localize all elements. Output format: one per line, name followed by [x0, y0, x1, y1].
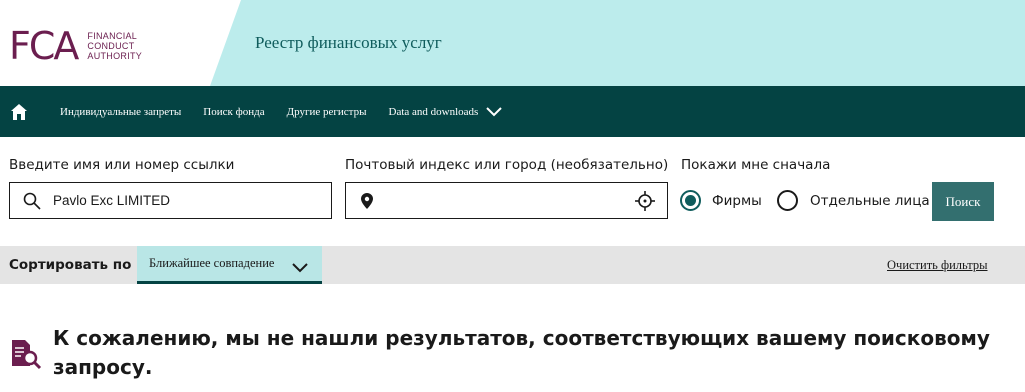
radio-firms-label[interactable]: Фирмы — [712, 193, 762, 209]
nav-item-data-downloads[interactable]: Data and downloads — [389, 106, 503, 118]
search-icon — [23, 192, 41, 210]
name-search-input[interactable]: Pavlo Exc LIMITED — [9, 182, 332, 219]
location-input[interactable] — [345, 182, 668, 219]
nav-item-other-registers[interactable]: Другие регистры — [287, 106, 367, 118]
name-search-value: Pavlo Exc LIMITED — [53, 193, 171, 208]
no-results-message: К сожалению, мы не нашли результатов, со… — [53, 326, 990, 379]
sort-select-value: Ближайшее совпадение — [149, 256, 275, 270]
location-pin-icon — [361, 192, 373, 209]
location-label: Почтовый индекс или город (необязательно… — [345, 157, 669, 173]
home-icon — [11, 103, 27, 120]
sort-select[interactable]: Ближайшее совпадение — [137, 246, 322, 284]
nav-item-data-downloads-label: Data and downloads — [388, 105, 479, 118]
radio-firms[interactable] — [680, 190, 701, 211]
nav-item-fund-search[interactable]: Поиск фонда — [203, 106, 264, 118]
radio-individuals[interactable] — [777, 190, 798, 211]
header-band — [210, 0, 1025, 86]
fca-logo[interactable]: FCA FINANCIAL CONDUCT AUTHORITY — [9, 26, 142, 66]
sort-label: Сортировать по — [9, 257, 132, 273]
logo-text: FINANCIAL CONDUCT AUTHORITY — [87, 31, 143, 61]
chevron-down-icon — [292, 258, 308, 277]
chevron-down-icon — [486, 106, 503, 117]
site-header: FCA FINANCIAL CONDUCT AUTHORITY Реестр ф… — [0, 0, 1025, 86]
logo-mark: FCA — [9, 24, 79, 68]
main-nav: Индивидуальные запреты Поиск фонда Други… — [0, 86, 1025, 137]
search-button[interactable]: Поиск — [932, 182, 994, 221]
clear-filters-link[interactable]: Очистить фильтры — [887, 258, 988, 273]
sort-bar: Сортировать по Ближайшее совпадение Очис… — [0, 246, 1025, 284]
show-first-label: Покажи мне сначала — [681, 157, 831, 173]
name-label: Введите имя или номер ссылки — [9, 157, 235, 173]
nav-home-link[interactable] — [0, 86, 38, 137]
register-title: Реестр финансовых услуг — [255, 33, 442, 52]
radio-individuals-label[interactable]: Отдельные лица — [810, 193, 930, 209]
crosshair-icon[interactable] — [635, 191, 655, 211]
no-results-document-icon — [10, 338, 42, 370]
nav-item-individual-bans[interactable]: Индивидуальные запреты — [60, 106, 181, 118]
